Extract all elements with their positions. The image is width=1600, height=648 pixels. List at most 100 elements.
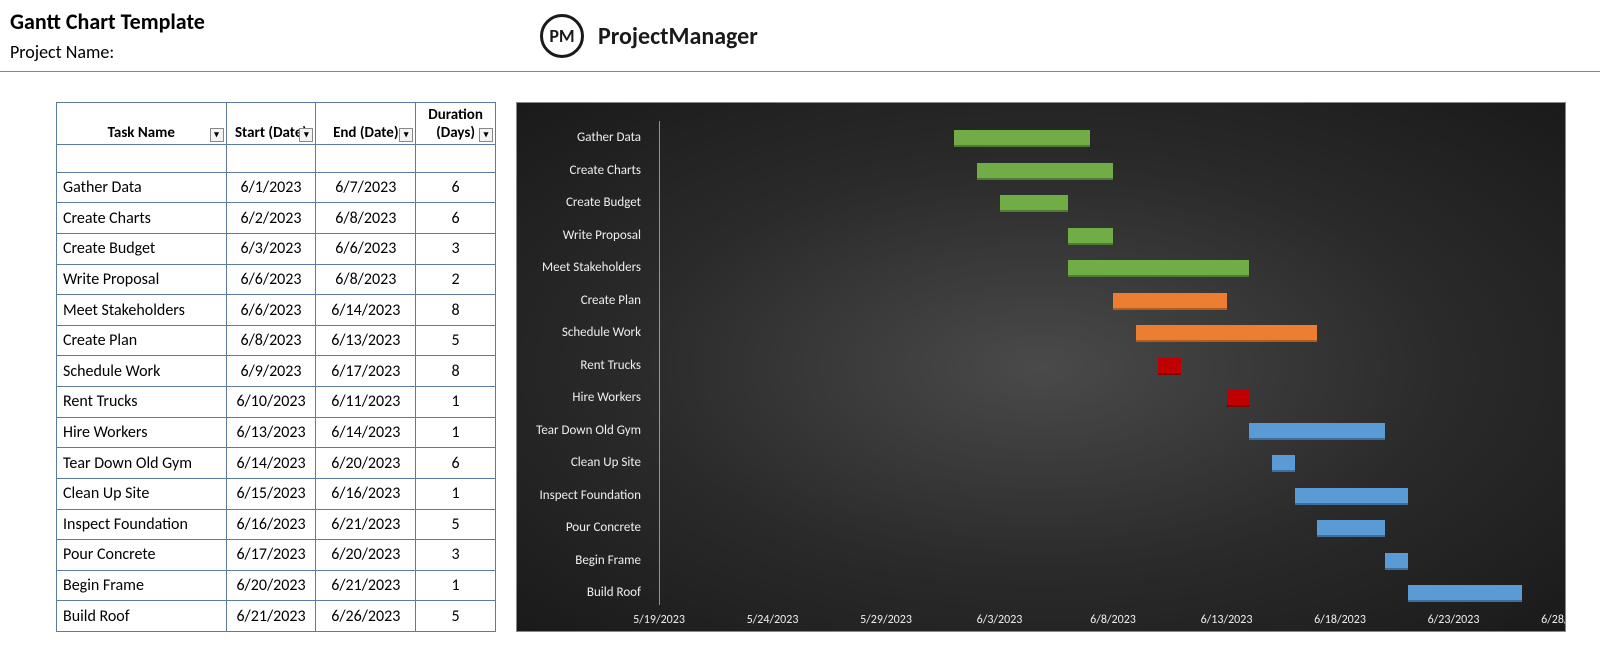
gantt-bar[interactable] <box>977 163 1113 180</box>
gantt-bar[interactable] <box>1272 455 1295 472</box>
table-row[interactable]: Write Proposal6/6/20236/8/20232 <box>57 264 496 295</box>
table-row[interactable]: Hire Workers6/13/20236/14/20231 <box>57 417 496 448</box>
gantt-bar[interactable] <box>1113 293 1227 310</box>
cell-end[interactable]: 6/21/2023 <box>316 570 416 601</box>
cell-end[interactable]: 6/17/2023 <box>316 356 416 387</box>
table-row[interactable]: Begin Frame6/20/20236/21/20231 <box>57 570 496 601</box>
cell-end[interactable]: 6/16/2023 <box>316 478 416 509</box>
cell-start[interactable]: 6/2/2023 <box>226 203 316 234</box>
cell-end[interactable]: 6/20/2023 <box>316 448 416 479</box>
cell-task[interactable]: Rent Trucks <box>57 387 227 418</box>
table-row[interactable]: Create Plan6/8/20236/13/20235 <box>57 325 496 356</box>
table-row[interactable]: Gather Data6/1/20236/7/20236 <box>57 172 496 203</box>
table-row[interactable]: Rent Trucks6/10/20236/11/20231 <box>57 387 496 418</box>
cell-task[interactable]: Create Plan <box>57 325 227 356</box>
cell-end[interactable]: 6/26/2023 <box>316 601 416 632</box>
cell-end[interactable]: 6/14/2023 <box>316 417 416 448</box>
cell-start[interactable]: 6/6/2023 <box>226 264 316 295</box>
gantt-bar[interactable] <box>1068 228 1113 245</box>
col-duration[interactable]: Duration (Days) ▾ <box>416 103 496 145</box>
table-row[interactable]: Build Roof6/21/20236/26/20235 <box>57 601 496 632</box>
cell-start[interactable]: 6/20/2023 <box>226 570 316 601</box>
cell-start[interactable]: 6/16/2023 <box>226 509 316 540</box>
gantt-bar[interactable] <box>1317 520 1385 537</box>
cell-duration[interactable]: 3 <box>416 540 496 571</box>
cell-start[interactable]: 6/1/2023 <box>226 172 316 203</box>
cell-start[interactable]: 6/14/2023 <box>226 448 316 479</box>
cell-start[interactable]: 6/13/2023 <box>226 417 316 448</box>
gantt-bar[interactable] <box>954 130 1090 147</box>
table-row[interactable]: Pour Concrete6/17/20236/20/20233 <box>57 540 496 571</box>
table-row[interactable]: Schedule Work6/9/20236/17/20238 <box>57 356 496 387</box>
table-row[interactable]: Tear Down Old Gym6/14/20236/20/20236 <box>57 448 496 479</box>
cell-start[interactable]: 6/21/2023 <box>226 601 316 632</box>
cell-task[interactable]: Schedule Work <box>57 356 227 387</box>
cell-duration[interactable]: 1 <box>416 417 496 448</box>
cell-task[interactable]: Create Charts <box>57 203 227 234</box>
cell-start[interactable]: 6/17/2023 <box>226 540 316 571</box>
cell-end[interactable]: 6/11/2023 <box>316 387 416 418</box>
cell-task[interactable]: Pour Concrete <box>57 540 227 571</box>
filter-dropdown-icon[interactable]: ▾ <box>479 128 493 142</box>
gantt-bar[interactable] <box>1000 195 1068 212</box>
table-row[interactable]: Clean Up Site6/15/20236/16/20231 <box>57 478 496 509</box>
cell-end[interactable]: 6/14/2023 <box>316 295 416 326</box>
col-end[interactable]: End (Date) ▾ <box>316 103 416 145</box>
cell-end[interactable]: 6/21/2023 <box>316 509 416 540</box>
table-row[interactable]: Meet Stakeholders6/6/20236/14/20238 <box>57 295 496 326</box>
gantt-bar[interactable] <box>1227 390 1250 407</box>
cell-end[interactable]: 6/13/2023 <box>316 325 416 356</box>
filter-dropdown-icon[interactable]: ▾ <box>399 128 413 142</box>
cell-duration[interactable]: 8 <box>416 356 496 387</box>
cell-task[interactable]: Meet Stakeholders <box>57 295 227 326</box>
gantt-bar[interactable] <box>1136 325 1318 342</box>
gantt-bar[interactable] <box>1295 488 1409 505</box>
cell-duration[interactable]: 6 <box>416 448 496 479</box>
table-row[interactable]: Inspect Foundation6/16/20236/21/20235 <box>57 509 496 540</box>
cell-duration[interactable]: 6 <box>416 203 496 234</box>
cell-duration[interactable]: 2 <box>416 264 496 295</box>
x-axis-tick: 6/23/2023 <box>1428 613 1480 627</box>
chart-category-label: Pour Concrete <box>517 520 647 535</box>
cell-task[interactable]: Tear Down Old Gym <box>57 448 227 479</box>
gantt-bar[interactable] <box>1408 585 1522 602</box>
cell-start[interactable]: 6/15/2023 <box>226 478 316 509</box>
table-row[interactable]: Create Budget6/3/20236/6/20233 <box>57 234 496 265</box>
gantt-bar[interactable] <box>1385 553 1408 570</box>
cell-duration[interactable]: 5 <box>416 325 496 356</box>
cell-duration[interactable]: 3 <box>416 234 496 265</box>
cell-end[interactable]: 6/20/2023 <box>316 540 416 571</box>
cell-task[interactable]: Begin Frame <box>57 570 227 601</box>
filter-dropdown-icon[interactable]: ▾ <box>299 128 313 142</box>
filter-dropdown-icon[interactable]: ▾ <box>210 128 224 142</box>
cell-task[interactable]: Inspect Foundation <box>57 509 227 540</box>
cell-duration[interactable]: 8 <box>416 295 496 326</box>
cell-duration[interactable]: 1 <box>416 478 496 509</box>
cell-start[interactable]: 6/3/2023 <box>226 234 316 265</box>
cell-task[interactable]: Clean Up Site <box>57 478 227 509</box>
cell-start[interactable]: 6/10/2023 <box>226 387 316 418</box>
gantt-bar[interactable] <box>1158 358 1181 375</box>
gantt-bar[interactable] <box>1068 260 1250 277</box>
col-task[interactable]: Task Name ▾ <box>57 103 227 145</box>
cell-task[interactable]: Create Budget <box>57 234 227 265</box>
cell-start[interactable]: 6/6/2023 <box>226 295 316 326</box>
table-row[interactable]: Create Charts6/2/20236/8/20236 <box>57 203 496 234</box>
cell-duration[interactable]: 1 <box>416 387 496 418</box>
cell-start[interactable]: 6/9/2023 <box>226 356 316 387</box>
cell-duration[interactable]: 5 <box>416 601 496 632</box>
cell-end[interactable]: 6/8/2023 <box>316 264 416 295</box>
cell-task[interactable]: Write Proposal <box>57 264 227 295</box>
cell-task[interactable]: Gather Data <box>57 172 227 203</box>
cell-end[interactable]: 6/8/2023 <box>316 203 416 234</box>
cell-task[interactable]: Build Roof <box>57 601 227 632</box>
col-start[interactable]: Start (Date) ▾ <box>226 103 316 145</box>
cell-end[interactable]: 6/6/2023 <box>316 234 416 265</box>
cell-duration[interactable]: 5 <box>416 509 496 540</box>
gantt-bar[interactable] <box>1249 423 1385 440</box>
cell-end[interactable]: 6/7/2023 <box>316 172 416 203</box>
cell-start[interactable]: 6/8/2023 <box>226 325 316 356</box>
cell-task[interactable]: Hire Workers <box>57 417 227 448</box>
cell-duration[interactable]: 6 <box>416 172 496 203</box>
cell-duration[interactable]: 1 <box>416 570 496 601</box>
